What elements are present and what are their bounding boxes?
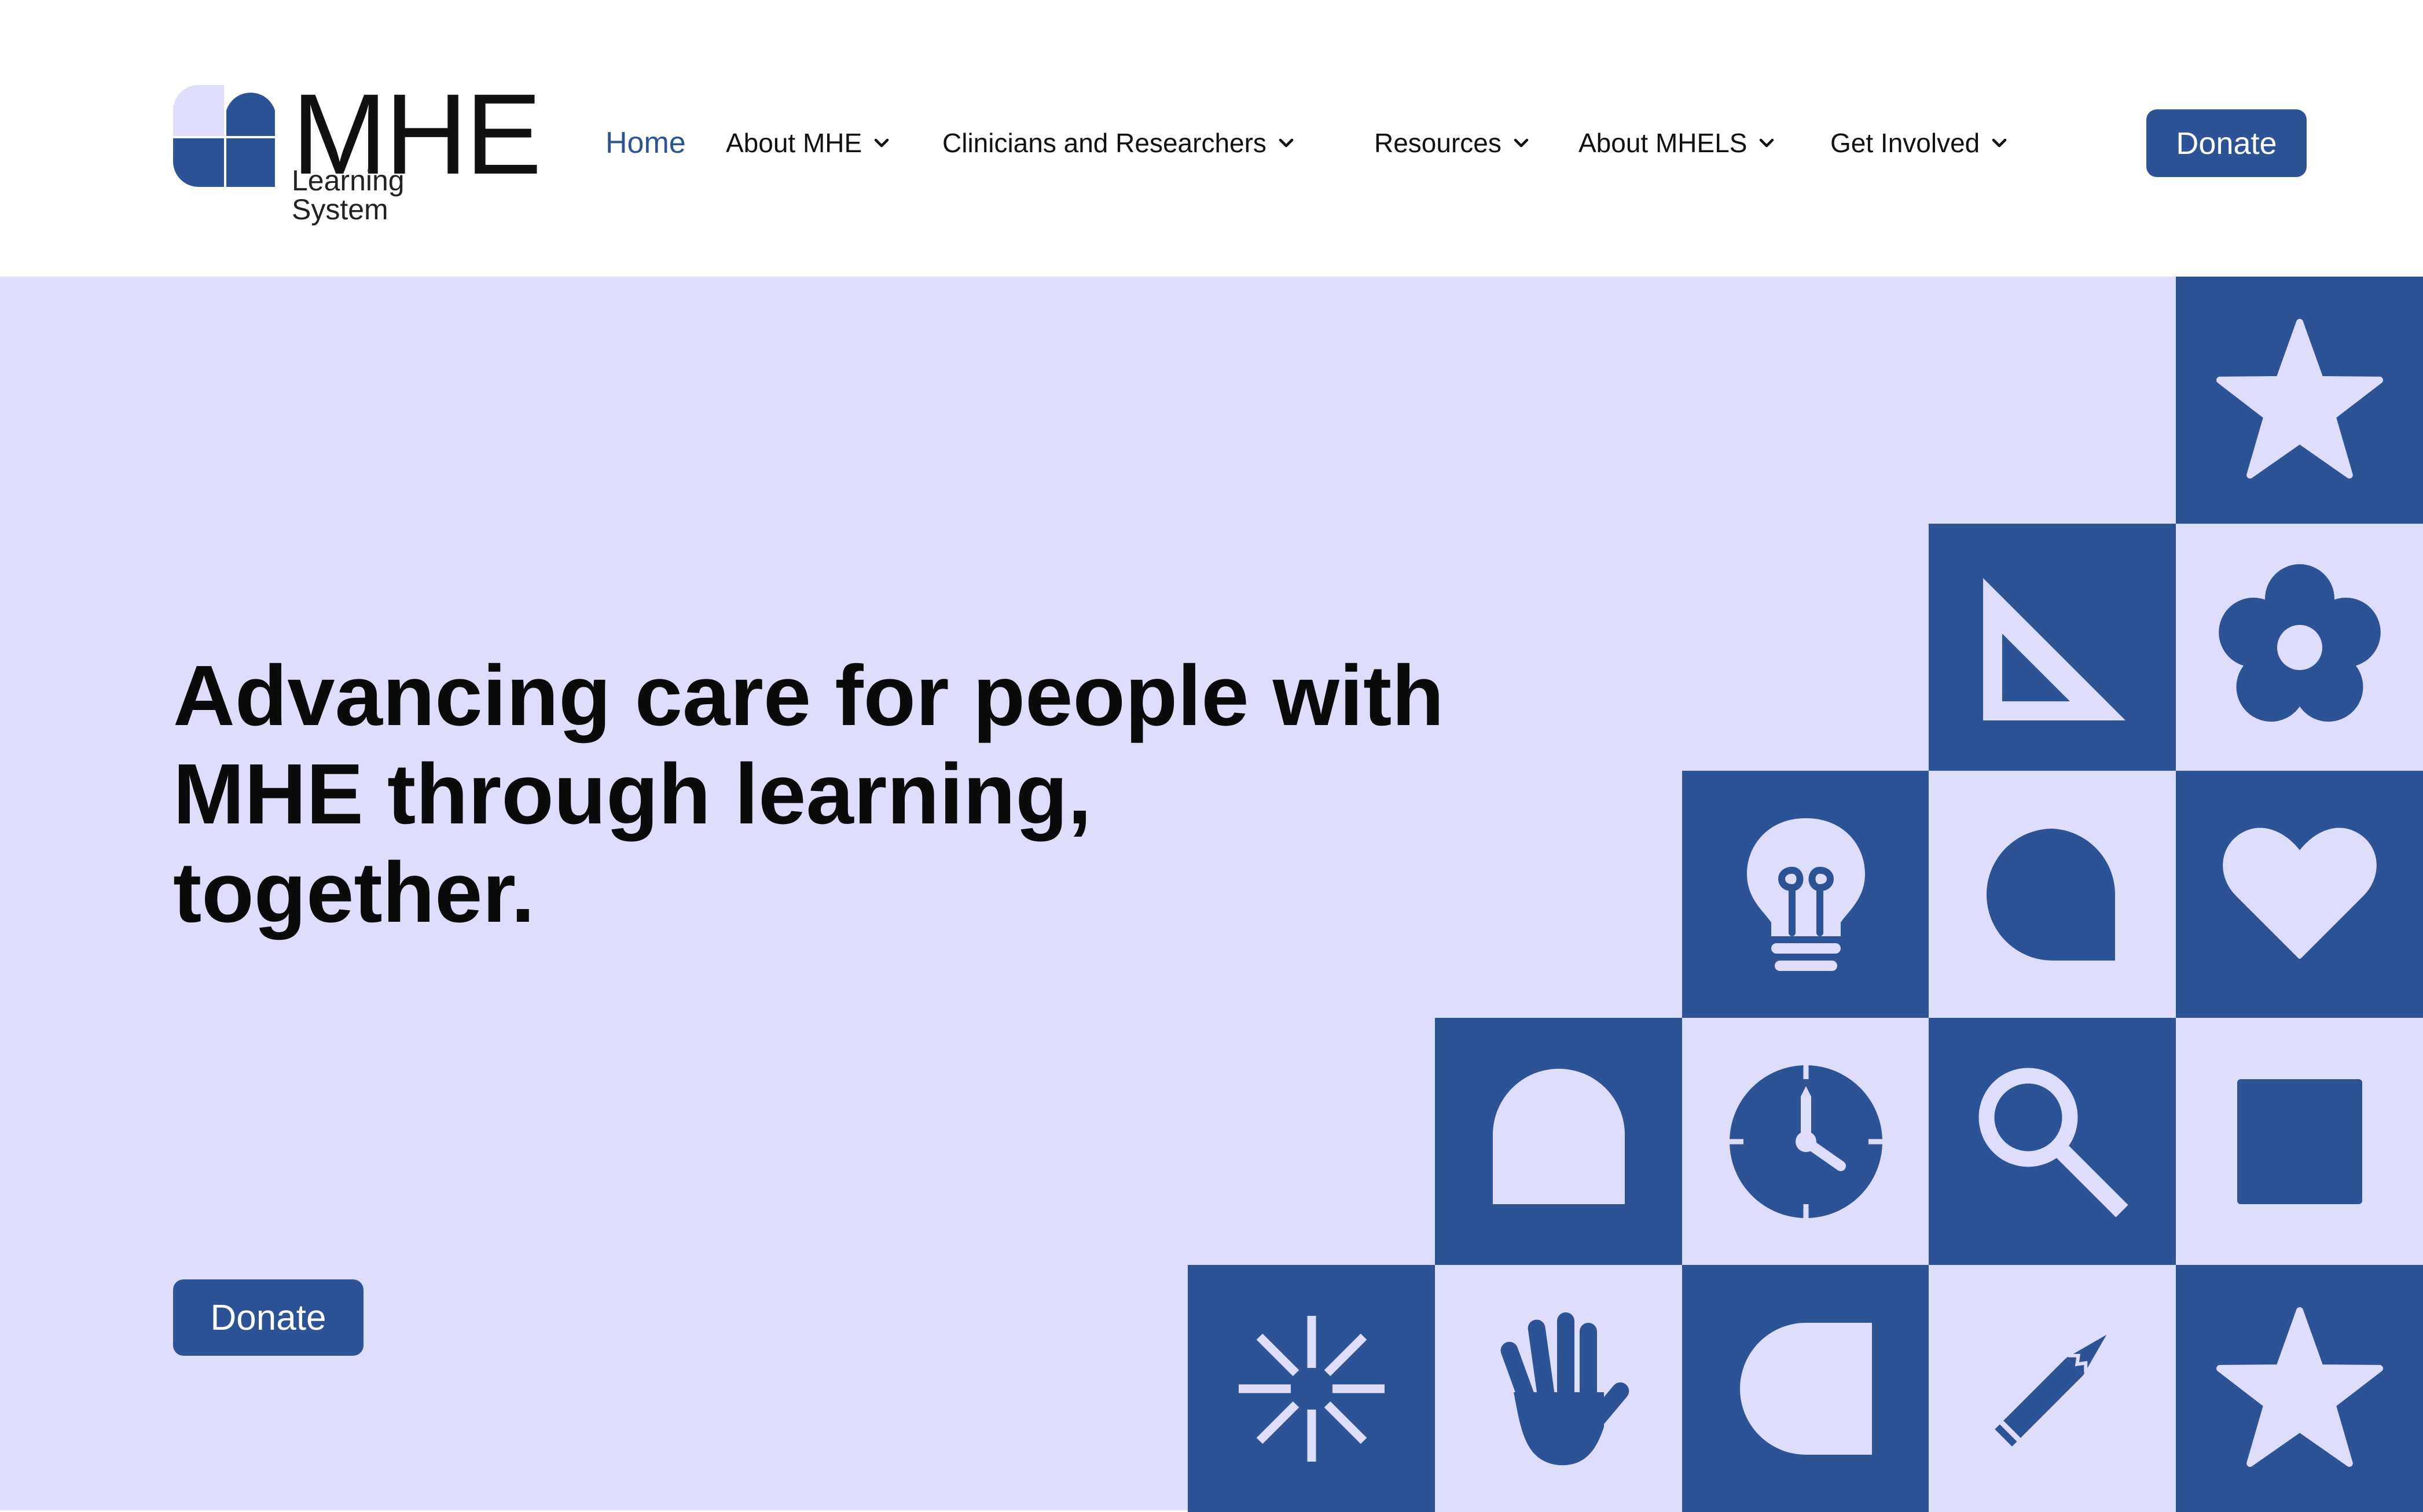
triangle-ruler-icon [1983, 577, 2125, 720]
hero-headline-line-2: MHE through learning, [173, 746, 1092, 842]
nav-about-mhels-label: About MHELS [1578, 128, 1748, 158]
chevron-down-icon [1992, 138, 2007, 148]
mosaic-tile [1435, 1018, 1682, 1265]
mosaic-tile [1929, 1265, 2176, 1512]
mosaic-tile [1188, 1265, 1435, 1512]
nav-get-involved-label: Get Involved [1830, 128, 1980, 158]
nav-get-involved[interactable]: Get Involved [1830, 124, 2009, 162]
d-shape-icon [1739, 1322, 1872, 1455]
mosaic-tile [1929, 524, 2176, 771]
hero-headline-line-3: together. [173, 845, 535, 940]
mosaic-tile [2176, 524, 2423, 771]
pencil-icon [1994, 1334, 2106, 1447]
nav-about-mhe-label: About MHE [726, 128, 862, 158]
logo-mark-icon [173, 85, 275, 187]
nav-resources-label: Resources [1374, 128, 1501, 158]
hero-headline: Advancing care for people with MHE throu… [173, 647, 1447, 942]
mosaic-tile [1929, 771, 2176, 1018]
square-icon [2237, 1079, 2362, 1204]
arch-icon [1492, 1068, 1625, 1204]
chevron-down-icon [1514, 138, 1529, 148]
lightbulb-icon [1746, 818, 1865, 971]
mosaic-tile [1682, 771, 1929, 1018]
flower-icon [2218, 564, 2381, 722]
nav-resources[interactable]: Resources [1374, 124, 1530, 162]
mosaic-tile [1435, 1265, 1682, 1512]
donate-button-header[interactable]: Donate [2146, 109, 2307, 177]
mosaic-tile [2176, 771, 2423, 1018]
nav-about-mhe[interactable]: About MHE [726, 124, 891, 162]
logo[interactable]: MHE Learning System [173, 77, 542, 224]
mosaic-tile [1682, 1265, 1929, 1512]
nav-home-label: Home [605, 126, 686, 160]
star-icon [2216, 1307, 2383, 1467]
mosaic-tile [2176, 1265, 2423, 1512]
chevron-down-icon [1760, 138, 1774, 148]
asterisk-icon [1238, 1315, 1385, 1462]
mosaic-tile [2176, 277, 2423, 524]
magnifier-icon [1978, 1068, 2128, 1217]
hand-icon [1500, 1312, 1629, 1465]
nav-home[interactable]: Home [605, 124, 686, 162]
speech-bubble-icon [1986, 828, 2115, 961]
donate-button-hero[interactable]: Donate [173, 1279, 364, 1356]
chevron-down-icon [874, 138, 889, 148]
chevron-down-icon [1279, 138, 1294, 148]
nav-clinicians-researchers-label: Clinicians and Researchers [942, 128, 1266, 158]
mosaic-tile [1682, 1018, 1929, 1265]
star-icon [2216, 318, 2383, 479]
mosaic-tile [1929, 1018, 2176, 1265]
nav-about-mhels[interactable]: About MHELS [1578, 124, 1776, 162]
nav-clinicians-researchers[interactable]: Clinicians and Researchers [942, 124, 1295, 162]
hero-headline-line-1: Advancing care for people with [173, 648, 1444, 744]
heart-icon [2222, 827, 2377, 959]
site-header: MHE Learning System Home About MHE Clini… [0, 0, 2423, 277]
clock-icon [1729, 1065, 1882, 1218]
logo-subtitle: Learning System [292, 164, 405, 226]
mosaic-tile [2176, 1018, 2423, 1265]
